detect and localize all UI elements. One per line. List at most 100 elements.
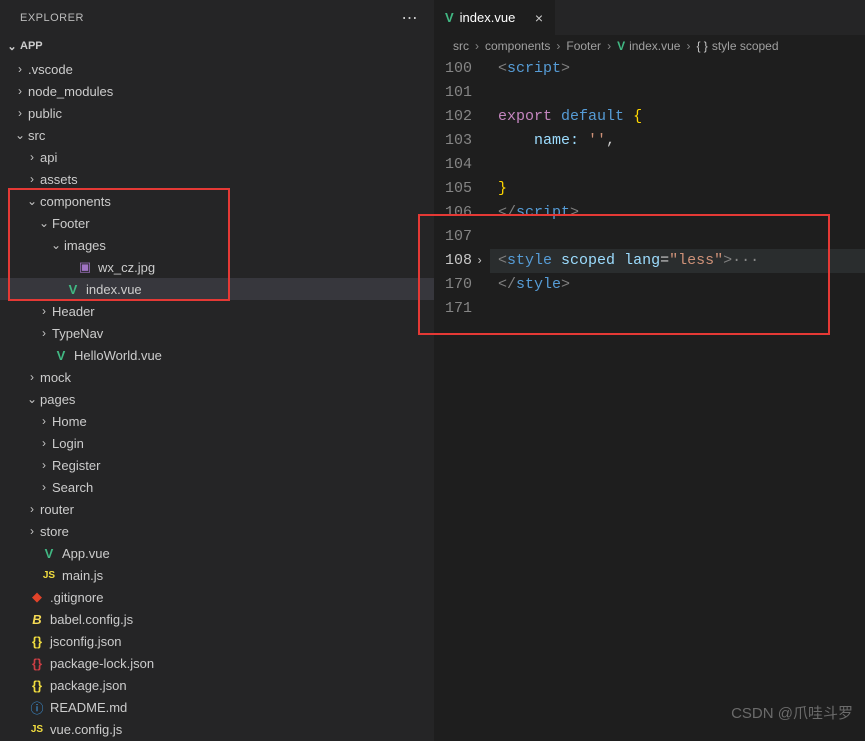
chevron-right-icon[interactable]: › (24, 524, 40, 538)
file-item[interactable]: {}package-lock.json (0, 652, 434, 674)
close-icon[interactable]: × (533, 10, 545, 26)
chevron-right-icon[interactable]: › (24, 172, 40, 186)
folder-item[interactable]: ⌄src (0, 124, 434, 146)
vue-file-icon: V (617, 39, 625, 53)
file-item[interactable]: JSmain.js (0, 564, 434, 586)
folder-item[interactable]: ›Login (0, 432, 434, 454)
more-actions-icon[interactable]: ⋯ (398, 8, 423, 28)
file-item[interactable]: {}package.json (0, 674, 434, 696)
item-label: package-lock.json (50, 656, 154, 671)
code-line[interactable]: export default { (490, 105, 865, 129)
item-label: babel.config.js (50, 612, 133, 627)
chevron-right-icon[interactable]: › (24, 502, 40, 516)
breadcrumb-item[interactable]: src (453, 39, 469, 53)
file-item[interactable]: Bbabel.config.js (0, 608, 434, 630)
folder-item[interactable]: ›.vscode (0, 58, 434, 80)
item-label: images (64, 238, 106, 253)
folder-item[interactable]: ›TypeNav (0, 322, 434, 344)
item-label: App.vue (62, 546, 110, 561)
item-label: assets (40, 172, 78, 187)
chevron-down-icon[interactable]: ⌄ (12, 128, 28, 142)
chevron-right-icon[interactable]: › (12, 84, 28, 98)
file-item[interactable]: V App.vue (0, 542, 434, 564)
code-editor[interactable]: 100101102103104105106107108170171 <scrip… (435, 57, 865, 741)
file-type-icon: {} (28, 634, 46, 649)
breadcrumb-item[interactable]: Footer (566, 39, 601, 53)
folder-item[interactable]: ›Home (0, 410, 434, 432)
code-line[interactable]: <script> (490, 57, 865, 81)
chevron-right-icon[interactable]: › (24, 150, 40, 164)
project-section-header[interactable]: ⌄ APP (0, 35, 434, 57)
code-line[interactable]: </script> (490, 201, 865, 225)
file-item[interactable]: {}jsconfig.json (0, 630, 434, 652)
explorer-sidebar: EXPLORER ⋯ ⌄ APP ›.vscode›node_modules›p… (0, 0, 435, 741)
folder-item[interactable]: ⌄pages (0, 388, 434, 410)
folder-item[interactable]: ›store (0, 520, 434, 542)
chevron-down-icon[interactable]: ⌄ (36, 216, 52, 230)
code-line[interactable]: } (490, 177, 865, 201)
code-line[interactable]: </style> (490, 273, 865, 297)
line-number: 102 (435, 105, 472, 129)
breadcrumb-item[interactable]: style scoped (712, 39, 779, 53)
chevron-right-icon: › (556, 39, 560, 53)
code-line[interactable]: name: '', (490, 129, 865, 153)
item-label: Footer (52, 216, 90, 231)
breadcrumb-item[interactable]: components (485, 39, 550, 53)
code-line[interactable] (490, 81, 865, 105)
code-line[interactable] (490, 297, 865, 321)
folder-item[interactable]: ⌄images (0, 234, 434, 256)
file-type-icon: V (40, 546, 58, 561)
code-line[interactable] (490, 153, 865, 177)
folder-item[interactable]: ›Header (0, 300, 434, 322)
explorer-header: EXPLORER ⋯ (0, 0, 434, 35)
breadcrumbs[interactable]: src› components› Footer› Vindex.vue› { }… (435, 35, 865, 57)
folder-item[interactable]: ⌄components (0, 190, 434, 212)
chevron-right-icon[interactable]: › (36, 414, 52, 428)
item-label: Home (52, 414, 87, 429)
folder-item[interactable]: ›api (0, 146, 434, 168)
chevron-right-icon[interactable]: › (36, 304, 52, 318)
folder-item[interactable]: ›assets (0, 168, 434, 190)
file-item[interactable]: Vindex.vue (0, 278, 434, 300)
chevron-down-icon[interactable]: ⌄ (24, 194, 40, 208)
code-content[interactable]: <script> export default { name: '', } </… (490, 57, 865, 741)
chevron-right-icon[interactable]: › (36, 458, 52, 472)
file-type-icon: B (28, 612, 46, 627)
chevron-right-icon[interactable]: › (36, 326, 52, 340)
folder-item[interactable]: ›node_modules (0, 80, 434, 102)
file-item[interactable]: VHelloWorld.vue (0, 344, 434, 366)
file-item[interactable]: ◆ .gitignore (0, 586, 434, 608)
fold-icon[interactable]: › (476, 249, 483, 273)
folder-item[interactable]: ›public (0, 102, 434, 124)
line-number: 108 (435, 249, 472, 273)
chevron-down-icon[interactable]: ⌄ (48, 238, 64, 252)
file-item[interactable]: ▣wx_cz.jpg (0, 256, 434, 278)
file-type-icon: ◆ (28, 589, 46, 605)
folder-item[interactable]: ›router (0, 498, 434, 520)
code-line[interactable]: ›<style scoped lang="less">··· (490, 249, 865, 273)
item-label: store (40, 524, 69, 539)
chevron-right-icon[interactable]: › (12, 62, 28, 76)
tab-index-vue[interactable]: V index.vue × (435, 0, 555, 35)
folder-item[interactable]: ⌄Footer (0, 212, 434, 234)
chevron-right-icon[interactable]: › (36, 480, 52, 494)
chevron-down-icon[interactable]: ⌄ (24, 392, 40, 406)
line-number: 171 (435, 297, 472, 321)
item-label: pages (40, 392, 75, 407)
breadcrumb-item[interactable]: index.vue (629, 39, 680, 53)
folder-item[interactable]: ›mock (0, 366, 434, 388)
chevron-down-icon: ⌄ (4, 40, 20, 53)
file-item[interactable]: ⓘREADME.md (0, 696, 434, 718)
chevron-right-icon[interactable]: › (12, 106, 28, 120)
item-label: vue.config.js (50, 722, 122, 737)
folder-item[interactable]: ›Register (0, 454, 434, 476)
file-item[interactable]: JSvue.config.js (0, 718, 434, 740)
item-label: .gitignore (50, 590, 103, 605)
file-type-icon: JS (40, 570, 58, 581)
folder-item[interactable]: ›Search (0, 476, 434, 498)
chevron-right-icon[interactable]: › (24, 370, 40, 384)
code-line[interactable] (490, 225, 865, 249)
item-label: Header (52, 304, 95, 319)
chevron-right-icon[interactable]: › (36, 436, 52, 450)
line-number: 104 (435, 153, 472, 177)
